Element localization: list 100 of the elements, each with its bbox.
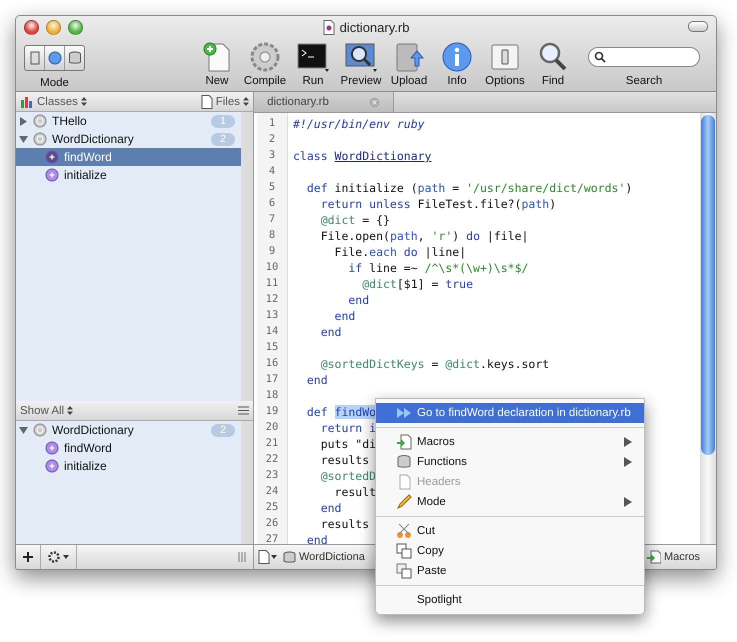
line-number: 12 (264, 293, 280, 307)
menu-item[interactable]: Cut (376, 521, 644, 541)
outline-item[interactable]: findWord (16, 439, 241, 457)
caret-icon (271, 555, 277, 559)
toolbar-button[interactable]: Preview (339, 41, 383, 87)
method-icon (45, 459, 59, 473)
toolbar-button[interactable]: New (195, 41, 239, 87)
files-popup[interactable]: Files (200, 94, 249, 108)
line-number: 4 (268, 165, 276, 179)
updown-arrows-icon (243, 97, 249, 106)
scissors-icon (396, 523, 412, 539)
paste-icon (396, 563, 412, 579)
code-line: def findWo (306, 405, 376, 421)
menu-item[interactable]: Functions (376, 452, 644, 472)
method-icon (45, 168, 59, 182)
document-icon (258, 550, 270, 564)
globe-icon (48, 51, 62, 65)
menu-item[interactable]: Spotlight (376, 590, 644, 610)
document-icon (200, 94, 213, 108)
code-line: results (320, 453, 370, 469)
line-number: 10 (264, 261, 280, 275)
code-line: end (320, 325, 342, 341)
code-line: @dict = {} (320, 213, 390, 229)
close-button[interactable] (24, 20, 39, 35)
line-number: 14 (264, 325, 280, 339)
outline-item[interactable]: WordDictionary 2 (16, 130, 241, 148)
code-line: @sortedD (320, 469, 376, 485)
line-number: 15 (264, 341, 280, 355)
page-icon (30, 51, 40, 65)
toolbar-button[interactable]: Upload (387, 41, 431, 87)
scroll-bar[interactable] (700, 113, 716, 544)
menu-item[interactable]: Go to findWord declaration in dictionary.rb (376, 403, 644, 423)
line-number: 25 (264, 501, 280, 515)
line-number: 19 (264, 405, 280, 419)
code-line: return unless FileTest.file?(path) (320, 197, 556, 213)
line-number: 23 (264, 469, 280, 483)
toolbar-button[interactable]: Info (435, 41, 479, 87)
expanded-triangle-icon[interactable] (19, 134, 28, 144)
submenu-arrow-icon (624, 497, 632, 507)
code-line: class WordDictionary (293, 149, 432, 165)
line-number: 6 (268, 197, 276, 211)
line-number: 26 (264, 517, 280, 531)
outline-item[interactable]: findWord (16, 148, 241, 166)
toolbar-button[interactable]: Find (531, 41, 575, 87)
plus-icon (23, 552, 33, 562)
filter-popup[interactable]: Show All (20, 404, 74, 416)
list-icon (238, 406, 249, 415)
count-badge: 1 (211, 114, 235, 128)
menu-item[interactable]: Paste (376, 561, 644, 581)
toolbar-button[interactable]: Run (291, 41, 335, 87)
line-number: 8 (268, 229, 276, 243)
toolbar-toggle-button[interactable] (688, 21, 708, 32)
method-icon (45, 150, 59, 164)
code-line: end (306, 533, 328, 549)
database-icon (68, 51, 82, 65)
classes-popup[interactable]: Classes (20, 95, 87, 108)
search-control[interactable]: Search (588, 41, 700, 87)
code-line: end (347, 293, 370, 309)
code-line: return i (320, 421, 376, 437)
outline-item[interactable]: WordDictionary 2 (16, 421, 241, 439)
method-icon (45, 441, 59, 455)
line-number: 9 (268, 245, 276, 259)
expanded-triangle-icon[interactable] (19, 426, 28, 434)
class-icon (33, 114, 47, 128)
line-number: 11 (264, 277, 280, 291)
menu-item[interactable]: Mode (376, 492, 644, 512)
toolbar-button[interactable]: Options (483, 41, 527, 87)
line-number: 17 (264, 373, 280, 387)
code-line: File.open(path, 'r') do |file| (320, 229, 528, 245)
magnifier-screen-icon (344, 41, 378, 73)
zoom-button[interactable] (68, 20, 83, 35)
updown-arrows-icon (67, 406, 74, 415)
code-line: puts "di (320, 437, 376, 453)
code-line: #!/usr/bin/env ruby (293, 117, 425, 133)
symbol-popup[interactable]: WordDictiona (283, 550, 365, 564)
gear-icon (249, 41, 281, 73)
macros-popup[interactable]: Macros (646, 550, 700, 564)
count-badge: 2 (211, 424, 235, 436)
code-line: result (334, 485, 376, 501)
line-number: 3 (268, 149, 276, 163)
code-line: @dict[$1] = true (361, 277, 474, 293)
double-arrow-icon (396, 406, 412, 420)
outline-item[interactable]: THello 1 (16, 112, 241, 130)
file-tab[interactable]: dictionary.rb (254, 92, 394, 112)
search-icon (594, 51, 606, 63)
line-number: 2 (268, 133, 276, 147)
terminal-icon (296, 41, 330, 73)
collapsed-triangle-icon[interactable] (19, 116, 28, 126)
toolbar-button[interactable]: Compile (243, 41, 287, 87)
outline-item[interactable]: initialize (16, 166, 241, 184)
updown-arrows-icon (80, 97, 87, 106)
search-icon (537, 41, 569, 73)
menu-item[interactable]: Macros (376, 432, 644, 452)
menu-item[interactable]: Copy (376, 541, 644, 561)
count-badge: 2 (211, 132, 235, 146)
minimize-button[interactable] (46, 20, 61, 35)
window-title: dictionary.rb (340, 20, 410, 34)
outline-item[interactable]: initialize (16, 457, 241, 475)
database-icon (283, 550, 296, 564)
document-arrow-icon (646, 550, 661, 564)
